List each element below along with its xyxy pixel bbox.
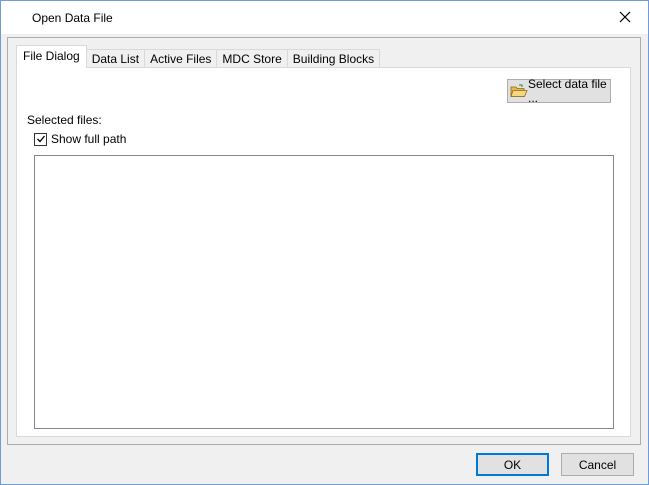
tab-strip: File Dialog Data List Active Files MDC S… <box>16 45 381 68</box>
window-title: Open Data File <box>32 11 113 25</box>
select-data-file-button[interactable]: Select data file ... <box>507 77 611 105</box>
show-full-path-checkbox[interactable] <box>34 132 47 146</box>
select-data-file-label: Select data file ... <box>528 77 607 105</box>
cancel-button[interactable]: Cancel <box>561 453 634 476</box>
title-bar: Open Data File <box>1 1 648 34</box>
checkmark-icon <box>36 135 45 143</box>
tab-active-files[interactable]: Active Files <box>144 49 218 68</box>
open-folder-icon <box>510 84 528 98</box>
show-full-path-label: Show full path <box>51 132 127 146</box>
tab-building-blocks[interactable]: Building Blocks <box>286 49 381 68</box>
close-button[interactable] <box>602 1 648 33</box>
selected-files-list[interactable] <box>34 155 614 429</box>
show-full-path-option[interactable]: Show full path <box>34 132 126 146</box>
close-icon <box>619 11 631 23</box>
tab-data-list[interactable]: Data List <box>85 49 146 68</box>
tab-file-dialog[interactable]: File Dialog <box>16 45 87 68</box>
tab-mdc-store[interactable]: MDC Store <box>216 49 288 68</box>
selected-files-label: Selected files: <box>27 113 102 127</box>
ok-button[interactable]: OK <box>476 453 549 476</box>
